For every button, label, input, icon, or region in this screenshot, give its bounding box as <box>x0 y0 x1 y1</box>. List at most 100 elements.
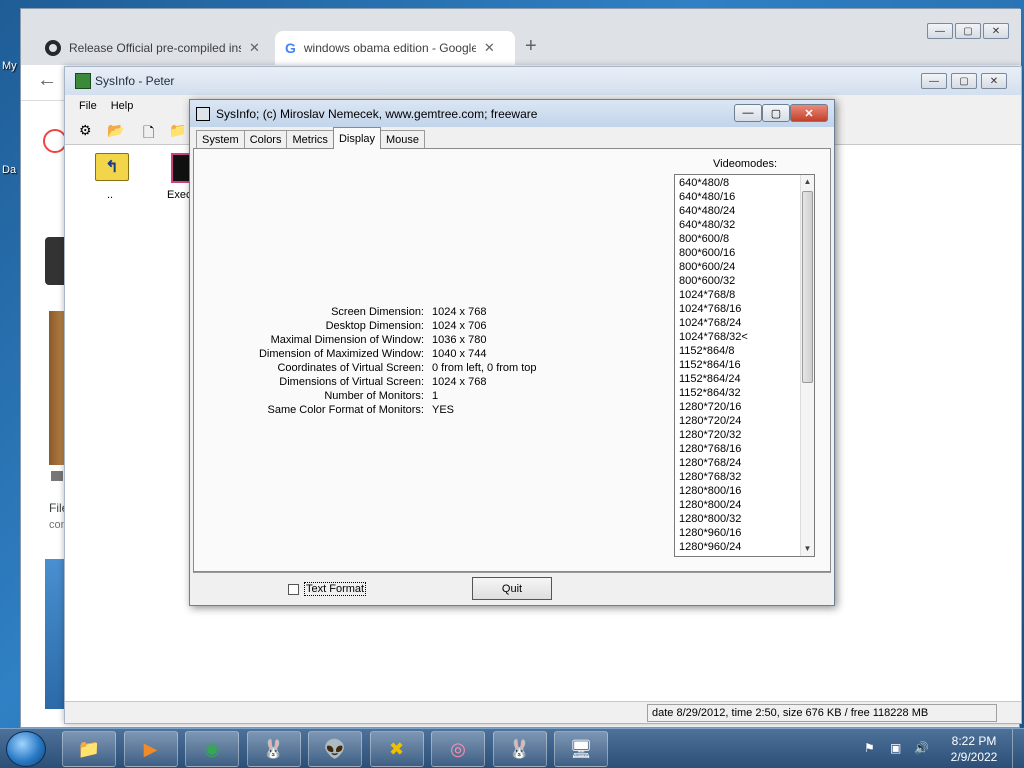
videomode-item[interactable]: 1024*768/32< <box>675 330 814 344</box>
videomode-item[interactable]: 1280*768/16 <box>675 442 814 456</box>
videomode-item[interactable]: 1280*960/16 <box>675 526 814 540</box>
clock-date: 2/9/2022 <box>950 750 998 764</box>
tab-display[interactable]: Display <box>332 127 382 149</box>
videomodes-items: 640*480/8 640*480/16 640*480/24 640*480/32 8… <box>675 175 814 554</box>
info-value: 1036 x 780 <box>432 334 487 346</box>
info-label: Dimension of Maximized Window: <box>258 348 424 360</box>
videomode-item[interactable]: 1280*720/16 <box>675 400 814 414</box>
taskbar-app-button[interactable]: 🐰 <box>246 731 301 767</box>
tab-colors[interactable]: Colors <box>243 130 288 149</box>
close-button[interactable]: ✕ <box>790 104 828 122</box>
desktop-icon-label[interactable]: Da <box>2 164 16 176</box>
info-value: 0 from left, 0 from top <box>432 362 537 374</box>
videomode-item[interactable]: 1280*720/24 <box>675 414 814 428</box>
browser-tab-active[interactable]: G windows obama edition - Google ✕ <box>275 31 515 65</box>
tab-mouse[interactable]: Mouse <box>380 130 426 149</box>
taskbar-app-button[interactable]: 🖥 <box>554 731 608 767</box>
info-row: Desktop Dimension: 1024 x 706 <box>194 319 537 333</box>
videomode-item[interactable]: 1024*768/8 <box>675 288 814 302</box>
tools-icon[interactable]: ⚙ <box>79 122 92 139</box>
start-button[interactable] <box>6 731 46 767</box>
text-format-option[interactable]: Text Format <box>288 582 367 596</box>
browser-tab[interactable]: Release Official pre-compiled ins ✕ <box>35 31 273 65</box>
videomode-item[interactable]: 1152*864/16 <box>675 358 814 372</box>
videomode-item[interactable]: 1280*800/24 <box>675 498 814 512</box>
volume-icon[interactable]: 🔊 <box>914 741 929 755</box>
window-title: SysInfo - Peter <box>95 74 175 88</box>
rabbit-icon: 🐰 <box>508 738 531 759</box>
maximize-button[interactable]: ▢ <box>955 23 981 39</box>
videomode-item[interactable]: 1280*800/32 <box>675 512 814 526</box>
tab-system[interactable]: System <box>196 130 245 149</box>
thumbnail-image <box>45 237 65 285</box>
minimize-button[interactable]: — <box>734 104 762 122</box>
videomode-item[interactable]: 1280*768/24 <box>675 456 814 470</box>
videomode-item[interactable]: 1152*864/8 <box>675 344 814 358</box>
folder-icon[interactable]: 📁 <box>169 122 186 139</box>
videomode-item[interactable]: 1152*864/32 <box>675 386 814 400</box>
info-row: Maximal Dimension of Window: 1036 x 780 <box>194 333 537 347</box>
scroll-thumb[interactable] <box>802 191 813 383</box>
close-button[interactable]: ✕ <box>983 23 1009 39</box>
videomodes-list[interactable]: 640*480/8 640*480/16 640*480/24 640*480/32 8… <box>674 174 815 557</box>
info-label: Desktop Dimension: <box>325 320 424 332</box>
text-format-label[interactable]: Text Format <box>304 582 367 596</box>
quit-button[interactable]: Quit <box>472 577 552 600</box>
close-button[interactable]: ✕ <box>981 73 1007 89</box>
taskbar-app-button[interactable]: 👽 <box>308 731 362 767</box>
tab-strip: System Colors Metrics Display Mouse <box>196 127 426 149</box>
maximize-button[interactable]: ▢ <box>762 104 790 122</box>
videomode-item[interactable]: 1152*864/24 <box>675 372 814 386</box>
scroll-up-icon[interactable]: ▲ <box>801 175 814 189</box>
menu-file[interactable]: File <box>79 100 97 112</box>
image-icon <box>51 471 63 481</box>
info-label: Number of Monitors: <box>324 390 424 402</box>
videomode-item[interactable]: 800*600/8 <box>675 232 814 246</box>
minimize-button[interactable]: — <box>921 73 947 89</box>
menu-help[interactable]: Help <box>111 100 134 112</box>
videomode-item[interactable]: 1024*768/16 <box>675 302 814 316</box>
videomode-item[interactable]: 640*480/24 <box>675 204 814 218</box>
executable-icon[interactable] <box>171 153 191 183</box>
videomode-item[interactable]: 1280*768/32 <box>675 470 814 484</box>
back-button[interactable]: ← <box>37 69 57 92</box>
clock[interactable]: 8:22 PM 2/9/2022 <box>942 733 1006 765</box>
videomode-item[interactable]: 1280*720/32 <box>675 428 814 442</box>
tab-metrics[interactable]: Metrics <box>286 130 334 149</box>
new-tab-button[interactable]: + <box>525 35 537 58</box>
minimize-button[interactable]: — <box>927 23 953 39</box>
parent-folder-icon[interactable]: ↰ <box>95 153 129 181</box>
taskbar-app-button[interactable]: ✖ <box>369 731 424 767</box>
videomode-item[interactable]: 640*480/8 <box>675 176 814 190</box>
scrollbar[interactable]: ▲ ▼ <box>800 175 814 556</box>
close-tab-icon[interactable]: ✕ <box>484 40 495 56</box>
videomodes-caption: Videomodes: <box>713 158 778 170</box>
videomode-item[interactable]: 800*600/32 <box>675 274 814 288</box>
new-file-icon[interactable]: 🗋 <box>143 122 154 146</box>
taskbar-app-button[interactable]: 📁 <box>62 731 116 767</box>
scroll-down-icon[interactable]: ▼ <box>801 542 814 556</box>
info-row: Dimensions of Virtual Screen: 1024 x 768 <box>194 375 537 389</box>
videomode-item[interactable]: 800*600/24 <box>675 260 814 274</box>
info-value: 1024 x 768 <box>432 376 487 388</box>
taskbar-app-button[interactable]: ◎ <box>431 731 485 767</box>
show-desktop-button[interactable] <box>1012 729 1024 768</box>
browser-tab-title: windows obama edition - Google <box>303 41 476 55</box>
videomode-item[interactable]: 800*600/16 <box>675 246 814 260</box>
videomode-item[interactable]: 1280*800/16 <box>675 484 814 498</box>
display-panel: Screen Dimension: 1024 x 768 Desktop Dime… <box>193 148 831 572</box>
videomode-item[interactable]: 1280*960/24 <box>675 540 814 554</box>
taskbar-app-button[interactable]: ◉ <box>185 731 239 767</box>
videomode-item[interactable]: 640*480/16 <box>675 190 814 204</box>
action-center-icon[interactable]: ⚑ <box>864 741 875 755</box>
desktop-icon-label[interactable]: My <box>2 60 17 72</box>
videomode-item[interactable]: 640*480/32 <box>675 218 814 232</box>
maximize-button[interactable]: ▢ <box>951 73 977 89</box>
text-format-checkbox[interactable] <box>288 583 299 595</box>
taskbar-app-button[interactable]: 🐰 <box>492 731 547 767</box>
taskbar-app-button[interactable]: ▶ <box>123 731 178 767</box>
close-tab-icon[interactable]: ✕ <box>249 40 260 56</box>
network-icon[interactable]: ▣ <box>890 741 901 755</box>
videomode-item[interactable]: 1024*768/24 <box>675 316 814 330</box>
open-folder-icon[interactable]: 📂 <box>107 122 124 139</box>
